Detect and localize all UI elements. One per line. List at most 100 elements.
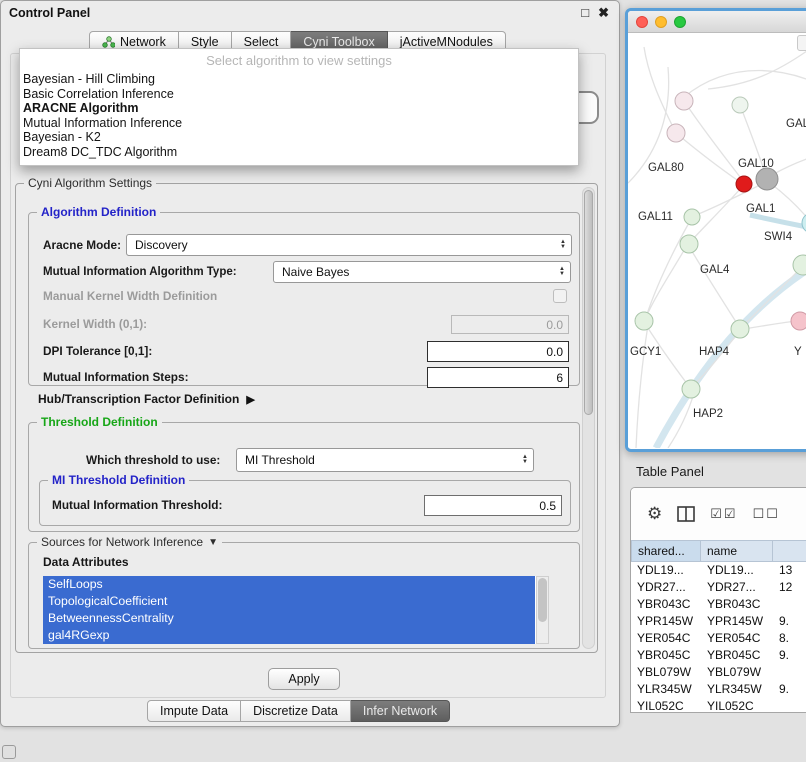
table-cell[interactable]: YBR043C (701, 596, 773, 613)
network-edge[interactable] (656, 241, 806, 448)
network-node[interactable] (675, 92, 693, 110)
minimize-traffic-light[interactable] (655, 16, 667, 28)
mi-type-select[interactable]: Naive Bayes ▲▼ (273, 261, 571, 283)
table-cell[interactable]: 12 (773, 579, 806, 596)
settings-scrollbar[interactable] (582, 187, 595, 649)
tab-impute-data[interactable]: Impute Data (147, 700, 241, 722)
network-view-window: GAL GAL80 GAL10 GAL11 GAL1 SWI4 GAL4 GCY… (625, 8, 806, 452)
canvas-corner-button[interactable] (797, 35, 806, 51)
algorithm-option-basic-correlation[interactable]: Basic Correlation Inference (20, 87, 578, 102)
float-window-icon[interactable]: □ (581, 5, 589, 20)
table-cell[interactable]: YLR345W (631, 681, 701, 698)
table-cell[interactable]: YPR145W (701, 613, 773, 630)
attribute-item-betweennesscentrality[interactable]: BetweennessCentrality (43, 610, 535, 627)
network-node-pink[interactable] (791, 312, 806, 330)
table-row[interactable]: YBR043C YBR043C (631, 596, 806, 613)
columns-icon[interactable] (677, 506, 695, 522)
tab-discretize-data[interactable]: Discretize Data (241, 700, 351, 722)
table-cell[interactable] (773, 596, 806, 613)
table-row[interactable]: YLR345W YLR345W 9. (631, 681, 806, 698)
table-row[interactable]: YBR045C YBR045C 9. (631, 647, 806, 664)
table-cell[interactable]: YDL19... (631, 562, 701, 579)
algorithm-option-dream8[interactable]: Dream8 DC_TDC Algorithm (20, 145, 578, 160)
table-cell[interactable]: 13 (773, 562, 806, 579)
table-cell[interactable]: 9. (773, 647, 806, 664)
table-row[interactable]: YER054C YER054C 8. (631, 630, 806, 647)
table-row[interactable]: YBL079W YBL079W (631, 664, 806, 681)
gear-icon[interactable]: ⚙ (647, 504, 662, 524)
table-cell[interactable]: YBR043C (631, 596, 701, 613)
algorithm-option-bayesian-hill-climbing[interactable]: Bayesian - Hill Climbing (20, 72, 578, 87)
aracne-mode-select[interactable]: Discovery ▲▼ (126, 234, 572, 256)
table-cell[interactable]: YLR345W (701, 681, 773, 698)
network-node[interactable] (667, 124, 685, 142)
close-traffic-light[interactable] (636, 16, 648, 28)
table-panel-window: ⚙ ☑☑ ☐☐ shared... name YDL19... YDL19...… (630, 487, 806, 713)
column-header-name[interactable]: name (701, 540, 773, 562)
hub-definition-toggle[interactable]: Hub/Transcription Factor Definition ▶ (38, 390, 255, 408)
table-cell[interactable]: YBL079W (701, 664, 773, 681)
table-cell[interactable]: 8. (773, 630, 806, 647)
mi-threshold-input[interactable] (424, 495, 562, 516)
column-header-shared[interactable]: shared... (631, 540, 701, 562)
collapsed-panel-icon[interactable] (2, 745, 16, 759)
network-node[interactable] (793, 255, 806, 275)
table-cell[interactable]: YER054C (701, 630, 773, 647)
which-threshold-select[interactable]: MI Threshold ▲▼ (236, 448, 534, 472)
network-canvas[interactable]: GAL GAL80 GAL10 GAL11 GAL1 SWI4 GAL4 GCY… (628, 33, 806, 448)
attribute-item-gal4rgexp[interactable]: gal4RGexp (43, 627, 535, 644)
table-row[interactable]: YIL052C YIL052C (631, 698, 806, 713)
network-node[interactable] (682, 380, 700, 398)
dpi-tolerance-input[interactable] (427, 341, 569, 362)
algorithm-option-mutual-information[interactable]: Mutual Information Inference (20, 116, 578, 131)
table-cell[interactable]: 9. (773, 613, 806, 630)
table-cell[interactable]: YBL079W (631, 664, 701, 681)
tab-infer-network[interactable]: Infer Network (351, 700, 450, 722)
table-cell[interactable]: YDL19... (701, 562, 773, 579)
network-node[interactable] (680, 235, 698, 253)
algorithm-placeholder: Select algorithm to view settings (20, 49, 578, 64)
table-cell[interactable]: YDR27... (701, 579, 773, 596)
network-node-gray[interactable] (756, 168, 778, 190)
network-node[interactable] (731, 320, 749, 338)
settings-scrollbar-thumb[interactable] (584, 190, 593, 415)
table-cell[interactable]: YDR27... (631, 579, 701, 596)
select-all-icon[interactable]: ☑☑ (710, 506, 737, 522)
attributes-scrollbar[interactable] (536, 576, 549, 644)
close-window-icon[interactable]: ✖ (598, 5, 609, 20)
table-cell[interactable]: YPR145W (631, 613, 701, 630)
table-cell[interactable]: YBR045C (701, 647, 773, 664)
table-cell[interactable] (773, 664, 806, 681)
algorithm-option-bayesian-k2[interactable]: Bayesian - K2 (20, 130, 578, 145)
attribute-item-selfloops[interactable]: SelfLoops (43, 576, 535, 593)
column-header-extra[interactable] (773, 540, 806, 562)
deselect-all-icon[interactable]: ☐☐ (753, 506, 780, 522)
network-node[interactable] (635, 312, 653, 330)
table-panel-title: Table Panel (636, 464, 704, 479)
apply-button[interactable]: Apply (268, 668, 340, 690)
table-row[interactable]: YPR145W YPR145W 9. (631, 613, 806, 630)
table-row[interactable]: YDR27... YDR27... 12 (631, 579, 806, 596)
algorithm-option-aracne[interactable]: ARACNE Algorithm (20, 101, 578, 116)
zoom-traffic-light[interactable] (674, 16, 686, 28)
network-node[interactable] (802, 213, 806, 233)
network-node-selected-red[interactable] (736, 176, 752, 192)
data-attributes-list: SelfLoops TopologicalCoefficient Between… (43, 576, 549, 644)
network-node[interactable] (684, 209, 700, 225)
mi-steps-input[interactable] (427, 367, 569, 388)
table-row[interactable]: YDL19... YDL19... 13 (631, 562, 806, 579)
network-node[interactable] (732, 97, 748, 113)
table-cell[interactable]: YER054C (631, 630, 701, 647)
sources-title-text[interactable]: Sources for Network Inference (41, 535, 203, 549)
table-cell[interactable]: YBR045C (631, 647, 701, 664)
table-cell[interactable] (773, 698, 806, 713)
tab-network-label: Network (120, 35, 166, 49)
attribute-item-topologicalcoefficient[interactable]: TopologicalCoefficient (43, 593, 535, 610)
node-label: SWI4 (764, 231, 793, 243)
table-cell[interactable]: 9. (773, 681, 806, 698)
data-attributes-label: Data Attributes (43, 555, 129, 569)
table-cell[interactable]: YIL052C (631, 698, 701, 713)
table-cell[interactable]: YIL052C (701, 698, 773, 713)
attributes-scrollbar-thumb[interactable] (538, 578, 547, 622)
mi-threshold-label: Mutual Information Threshold: (52, 494, 222, 516)
